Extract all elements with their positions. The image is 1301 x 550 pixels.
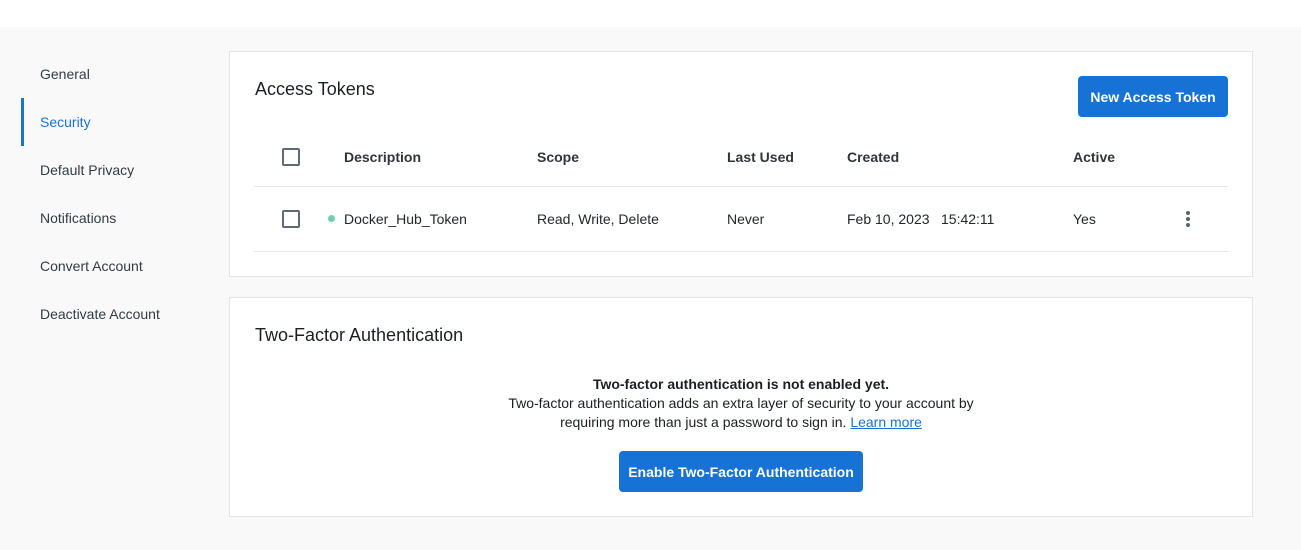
two-factor-description-line2: requiring more than just a password to s…: [560, 414, 847, 430]
column-header-description: Description: [344, 149, 422, 165]
token-created-time: 15:42:11: [941, 211, 995, 227]
sidebar-item-general[interactable]: General: [21, 50, 211, 98]
two-factor-description-line2-wrap: requiring more than just a password to s…: [230, 413, 1252, 432]
table-header-divider: [254, 186, 1228, 187]
two-factor-description-line1: Two-factor authentication adds an extra …: [508, 395, 974, 411]
column-header-scope: Scope: [537, 149, 580, 165]
token-description: Docker_Hub_Token: [344, 211, 467, 227]
sidebar-item-notifications[interactable]: Notifications: [21, 194, 211, 242]
settings-sidebar: General Security Default Privacy Notific…: [21, 50, 211, 338]
new-access-token-button[interactable]: New Access Token: [1078, 76, 1228, 117]
two-factor-message: Two-factor authentication is not enabled…: [230, 375, 1252, 432]
sidebar-item-deactivate-account[interactable]: Deactivate Account: [21, 290, 211, 338]
table-row-divider: [254, 251, 1228, 252]
learn-more-link[interactable]: Learn more: [850, 414, 922, 430]
token-last-used: Never: [727, 211, 765, 227]
status-dot-icon: [328, 215, 335, 222]
row-checkbox[interactable]: [282, 210, 300, 228]
two-factor-status: Two-factor authentication is not enabled…: [592, 376, 890, 392]
sidebar-item-default-privacy[interactable]: Default Privacy: [21, 146, 211, 194]
sidebar-item-convert-account[interactable]: Convert Account: [21, 242, 211, 290]
token-active: Yes: [1073, 211, 1096, 227]
token-scope: Read, Write, Delete: [537, 211, 659, 227]
select-all-checkbox[interactable]: [282, 148, 300, 166]
column-header-last-used: Last Used: [727, 149, 794, 165]
more-options-icon[interactable]: [1180, 209, 1196, 229]
column-header-created: Created: [847, 149, 900, 165]
sidebar-item-security[interactable]: Security: [21, 98, 211, 146]
enable-two-factor-button[interactable]: Enable Two-Factor Authentication: [619, 451, 863, 492]
access-tokens-card: Access Tokens New Access Token Descripti…: [229, 51, 1253, 277]
two-factor-title: Two-Factor Authentication: [255, 325, 464, 345]
column-header-active: Active: [1073, 149, 1116, 165]
token-created-date: Feb 10, 2023: [847, 211, 930, 227]
access-tokens-title: Access Tokens: [255, 79, 375, 99]
two-factor-card: Two-Factor Authentication Two-factor aut…: [229, 297, 1253, 517]
